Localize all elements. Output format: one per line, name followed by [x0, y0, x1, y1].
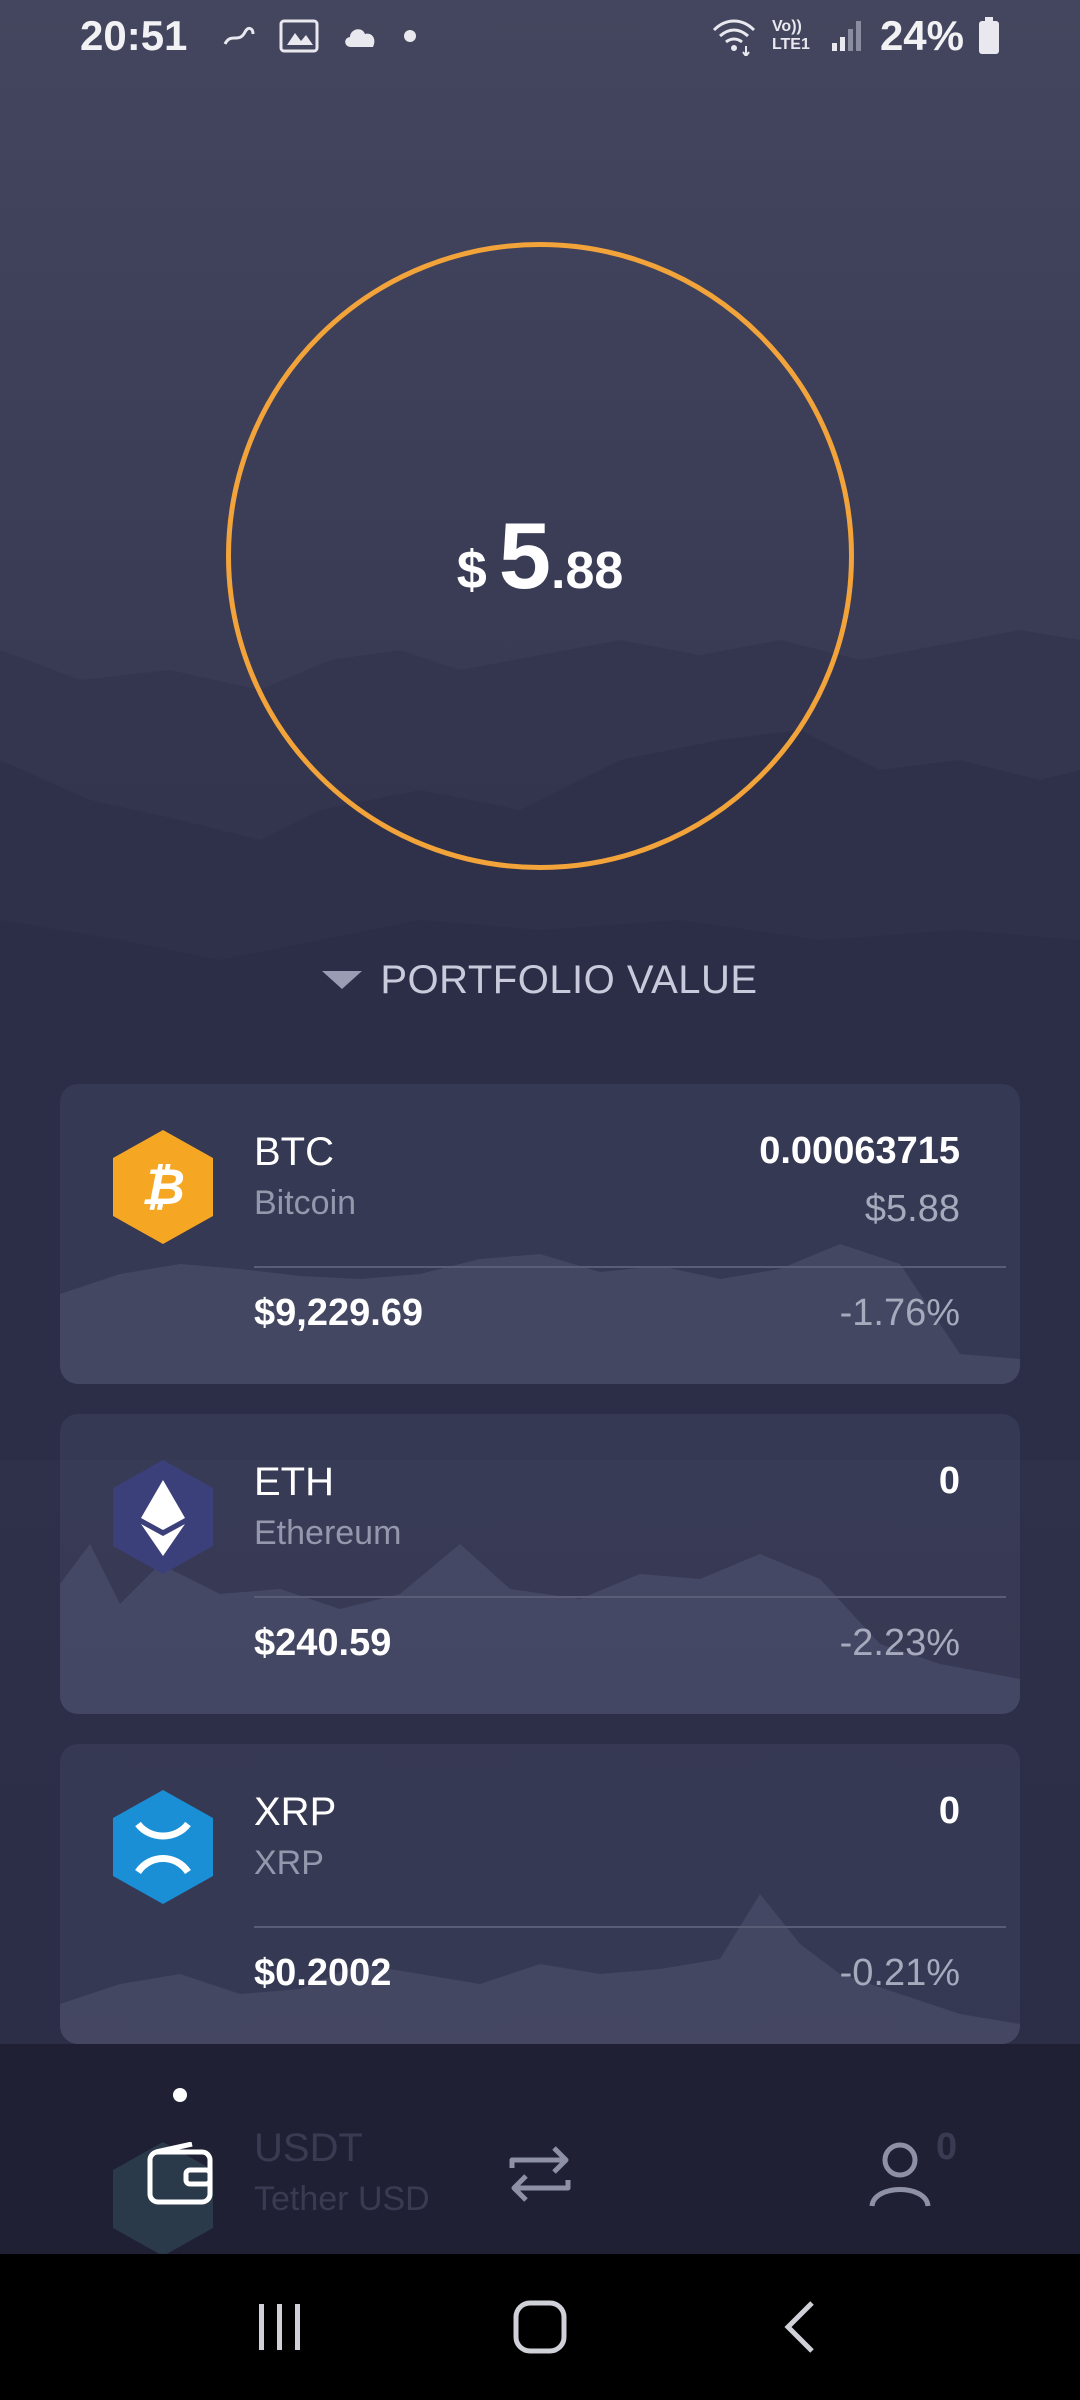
status-bar: 20:51 Vo)) LTE1 24% — [0, 0, 1080, 72]
active-tab-indicator — [173, 2088, 187, 2102]
asset-symbol-usdt: USDT — [254, 2126, 363, 2170]
asset-name: Bitcoin — [254, 1184, 357, 1222]
nav-exchange[interactable] — [500, 2134, 580, 2214]
asset-fiat-value: $5.88 — [864, 1188, 960, 1230]
asset-amount: 0.00063715 — [759, 1130, 960, 1172]
recent-apps-icon — [259, 2304, 300, 2350]
asset-price: $240.59 — [254, 1622, 392, 1664]
profile-icon — [869, 2142, 931, 2207]
asset-change: -0.21% — [839, 1952, 960, 1994]
system-navigation-bar — [0, 2254, 1080, 2400]
back-button[interactable] — [755, 2282, 845, 2372]
xrp-icon — [113, 1790, 213, 1904]
status-time: 20:51 — [80, 12, 188, 59]
asset-card-btc[interactable]: ₿ BTC Bitcoin 0.00063715 $5.88 $9,229.69… — [60, 1084, 1020, 1384]
ethereum-icon — [113, 1460, 213, 1574]
asset-price: $9,229.69 — [254, 1292, 424, 1334]
asset-symbol: ETH — [254, 1460, 334, 1504]
recent-apps-button[interactable] — [235, 2282, 325, 2372]
asset-symbol: XRP — [254, 1790, 337, 1834]
nav-profile[interactable] — [860, 2134, 940, 2214]
portfolio-value-label: PORTFOLIO VALUE — [380, 957, 758, 1002]
bottom-navigation: USDT Tether USD 0 — [0, 2044, 1080, 2256]
notification-dot-icon — [404, 30, 417, 42]
balance-decimals: .88 — [551, 542, 624, 600]
home-icon — [513, 2300, 567, 2354]
card-divider — [254, 1266, 1006, 1268]
asset-price: $0.2002 — [254, 1952, 392, 1994]
cloud-icon — [345, 29, 375, 47]
signal-icon — [831, 21, 861, 51]
portfolio-ring: $ 5 .88 — [226, 242, 854, 870]
asset-amount: 0 — [938, 1790, 960, 1832]
exchange-icon — [509, 2146, 571, 2202]
asset-card-xrp[interactable]: XRP XRP 0 $0.2002 -0.21% — [60, 1744, 1020, 2044]
asset-name-usdt: Tether USD — [254, 2180, 430, 2218]
svg-text:₿: ₿ — [141, 1159, 185, 1215]
home-button[interactable] — [495, 2282, 585, 2372]
asset-symbol: BTC — [254, 1130, 334, 1174]
wifi-icon — [712, 19, 755, 56]
caret-down-icon — [322, 971, 363, 989]
back-icon — [784, 2301, 814, 2353]
portfolio-value-toggle[interactable]: PORTFOLIO VALUE — [0, 950, 1080, 1010]
nav-wallet[interactable] — [140, 2134, 220, 2214]
gallery-icon — [279, 19, 319, 53]
portfolio-balance: $ 5 .88 — [457, 502, 624, 610]
card-divider — [254, 1926, 1006, 1928]
wallet-icon — [147, 2142, 213, 2205]
link-icon — [224, 26, 255, 45]
balance-integer: 5 — [498, 503, 552, 608]
asset-name: Ethereum — [254, 1514, 402, 1552]
balance-currency: $ — [456, 540, 487, 600]
asset-card-eth[interactable]: ETH Ethereum 0 $240.59 -2.23% — [60, 1414, 1020, 1714]
asset-change: -2.23% — [839, 1622, 960, 1664]
asset-name: XRP — [254, 1844, 324, 1882]
battery-icon — [979, 17, 999, 54]
bitcoin-icon: ₿ — [113, 1130, 213, 1244]
network-label: Vo)) LTE1 — [771, 18, 810, 53]
asset-change: -1.76% — [839, 1292, 960, 1334]
battery-percent: 24% — [879, 12, 964, 59]
asset-amount: 0 — [938, 1460, 960, 1502]
card-divider — [254, 1596, 1006, 1598]
